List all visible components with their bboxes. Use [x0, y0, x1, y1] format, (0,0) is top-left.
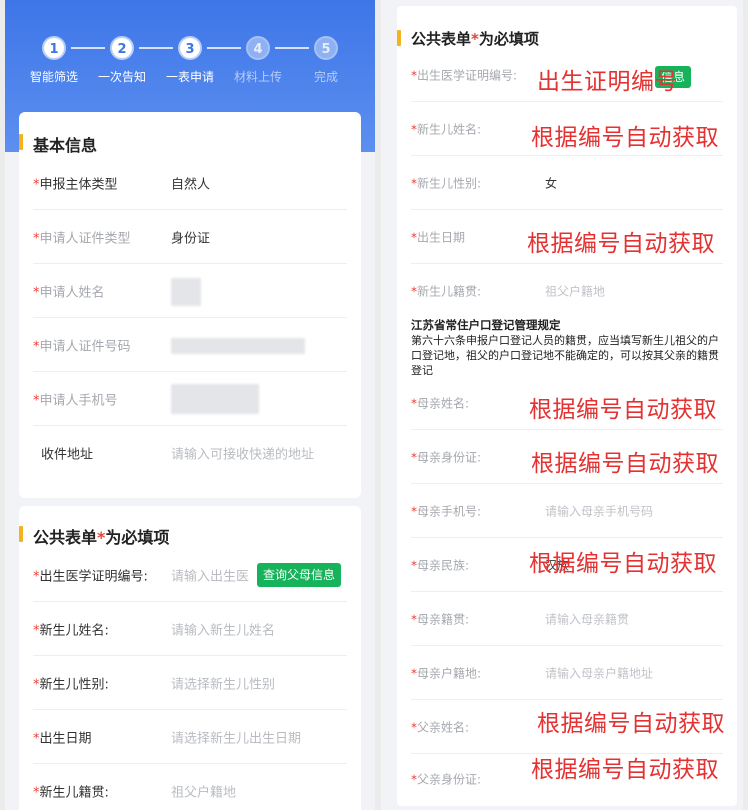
newborn-name-input[interactable]: 请输入新生儿姓名	[171, 619, 275, 638]
step-number: 5	[314, 36, 338, 60]
step-label: 完成	[313, 70, 338, 84]
step-number: 2	[110, 36, 134, 60]
annotation-auto-fetch: 根据编号自动获取	[537, 711, 725, 737]
form-row: *母亲籍贯: 请输入母亲籍贯	[411, 592, 723, 646]
form-row: *申请人证件类型 身份证	[33, 210, 347, 264]
step-label: 一表申请	[165, 70, 214, 84]
field-label: *父亲姓名:	[411, 720, 470, 734]
field-label: *新生儿性别:	[33, 677, 109, 692]
basic-info-card: 基本信息 *申报主体类型 自然人 *申请人证件类型 身份证 *申请人姓名 *申请…	[18, 112, 361, 498]
redacted-id-number	[171, 338, 305, 354]
regulation-note: 江苏省常住户口登记管理规定 第六十六条申报户口登记人员的籍贯，应当填写新生儿祖父…	[411, 318, 725, 378]
address-input[interactable]: 请输入可接收快递的地址	[171, 444, 314, 463]
step-number: 4	[246, 36, 270, 60]
field-label: *新生儿姓名:	[411, 122, 482, 136]
newborn-gender-value[interactable]: 女	[545, 174, 557, 191]
form-row: *申请人手机号	[33, 372, 347, 426]
step-label: 智能筛选	[29, 70, 78, 84]
card-title: 公共表单*为必填项	[18, 524, 169, 548]
field-label: *出生医学证明编号:	[33, 569, 148, 584]
query-parents-button[interactable]: 查询父母信息	[257, 563, 342, 587]
field-label: *出生日期	[411, 230, 466, 244]
field-label: *出生医学证明编号:	[411, 68, 518, 82]
redacted-name	[171, 278, 201, 306]
form-row: *新生儿姓名: 请输入新生儿姓名	[33, 602, 347, 656]
public-form-card: 公共表单*为必填项 *出生医学证明编号: 请输入出生医 查询父母信息 *新生儿姓…	[18, 506, 361, 810]
step-number: 1	[42, 36, 66, 60]
field-label: *申报主体类型	[33, 177, 118, 192]
step-5: 5 完成	[291, 36, 361, 85]
form-row: *母亲手机号: 请输入母亲手机号码	[411, 484, 723, 538]
regulation-body: 第六十六条申报户口登记人员的籍贯，应当填写新生儿祖父的户口登记地，祖父的户口登记…	[411, 334, 719, 377]
card-title: 公共表单*为必填项	[397, 30, 539, 48]
field-label: *母亲籍贯:	[411, 612, 470, 626]
mother-phone-input[interactable]: 请输入母亲手机号码	[545, 502, 653, 519]
form-row: *申请人姓名	[33, 264, 347, 318]
field-label: 收件地址	[41, 447, 94, 463]
step-label: 材料上传	[233, 70, 282, 84]
annotation-auto-fetch: 根据编号自动获取	[531, 451, 719, 477]
subject-type-value[interactable]: 自然人	[171, 173, 210, 192]
newborn-origin-input[interactable]: 祖父户籍地	[545, 283, 605, 300]
annotation-auto-fetch: 根据编号自动获取	[527, 231, 715, 257]
mother-origin-input[interactable]: 请输入母亲籍贯	[545, 610, 629, 627]
annotation-auto-fetch: 根据编号自动获取	[531, 757, 719, 783]
field-label: *父亲身份证:	[411, 772, 482, 787]
field-label: *母亲身份证:	[411, 450, 482, 464]
field-label: *母亲手机号:	[411, 504, 482, 518]
card-title: 基本信息	[18, 132, 97, 156]
form-row: *申报主体类型 自然人	[33, 156, 347, 210]
annotation-auto-fetch: 根据编号自动获取	[529, 397, 717, 423]
left-panel: 1 智能筛选 2 一次告知 3 一表申请 4 材料上传 5 完成 基本信息 *申…	[5, 0, 375, 810]
step-number: 3	[178, 36, 202, 60]
form-row: *新生儿性别: 女	[411, 156, 723, 210]
form-row: 收件地址 请输入可接收快递的地址	[33, 426, 347, 480]
id-type-value[interactable]: 身份证	[171, 227, 210, 246]
annotation-auto-fetch: 根据编号自动获取	[529, 551, 717, 577]
form-row: *新生儿籍贯: 祖父户籍地	[33, 764, 347, 810]
field-label: *申请人手机号	[33, 393, 118, 408]
form-row: *母亲户籍地: 请输入母亲户籍地址	[411, 646, 723, 700]
step-1: 1 智能筛选	[19, 36, 89, 85]
field-label: *母亲户籍地:	[411, 666, 482, 680]
birth-cert-input[interactable]: 请输入出生医	[171, 565, 249, 584]
birth-date-picker[interactable]: 请选择新生儿出生日期	[171, 727, 301, 746]
progress-steps: 1 智能筛选 2 一次告知 3 一表申请 4 材料上传 5 完成	[5, 36, 375, 96]
field-label: *母亲民族:	[411, 558, 470, 572]
annotation-birth-cert: 出生证明编号	[537, 69, 678, 95]
form-row: *出生日期 请选择新生儿出生日期	[33, 710, 347, 764]
field-label: *新生儿性别:	[411, 176, 482, 190]
field-label: *申请人姓名	[33, 285, 105, 300]
newborn-gender-select[interactable]: 请选择新生儿性别	[171, 673, 275, 692]
annotation-auto-fetch: 根据编号自动获取	[531, 125, 719, 151]
step-label: 一次告知	[97, 70, 146, 84]
right-panel: 公共表单*为必填项 *出生医学证明编号: 信息 *新生儿姓名: *新生儿性别: …	[381, 0, 743, 810]
field-label: *新生儿姓名:	[33, 623, 109, 638]
field-label: *新生儿籍贯:	[411, 284, 482, 299]
field-label: *出生日期	[33, 731, 92, 746]
form-row: *新生儿籍贯: 祖父户籍地	[411, 264, 723, 318]
newborn-origin-input[interactable]: 祖父户籍地	[171, 781, 236, 800]
form-row: *出生医学证明编号: 请输入出生医 查询父母信息	[33, 548, 347, 602]
field-label: *母亲姓名:	[411, 396, 470, 410]
field-label: *新生儿籍贯:	[33, 785, 109, 800]
form-row: *新生儿性别: 请选择新生儿性别	[33, 656, 347, 710]
redacted-phone	[171, 384, 259, 414]
step-2: 2 一次告知	[87, 36, 157, 85]
step-4: 4 材料上传	[223, 36, 293, 85]
form-row: *申请人证件号码	[33, 318, 347, 372]
field-label: *申请人证件类型	[33, 231, 131, 246]
mother-residence-input[interactable]: 请输入母亲户籍地址	[545, 664, 653, 681]
regulation-title: 江苏省常住户口登记管理规定	[411, 318, 561, 332]
field-label: *申请人证件号码	[33, 339, 131, 354]
step-3: 3 一表申请	[155, 36, 225, 85]
